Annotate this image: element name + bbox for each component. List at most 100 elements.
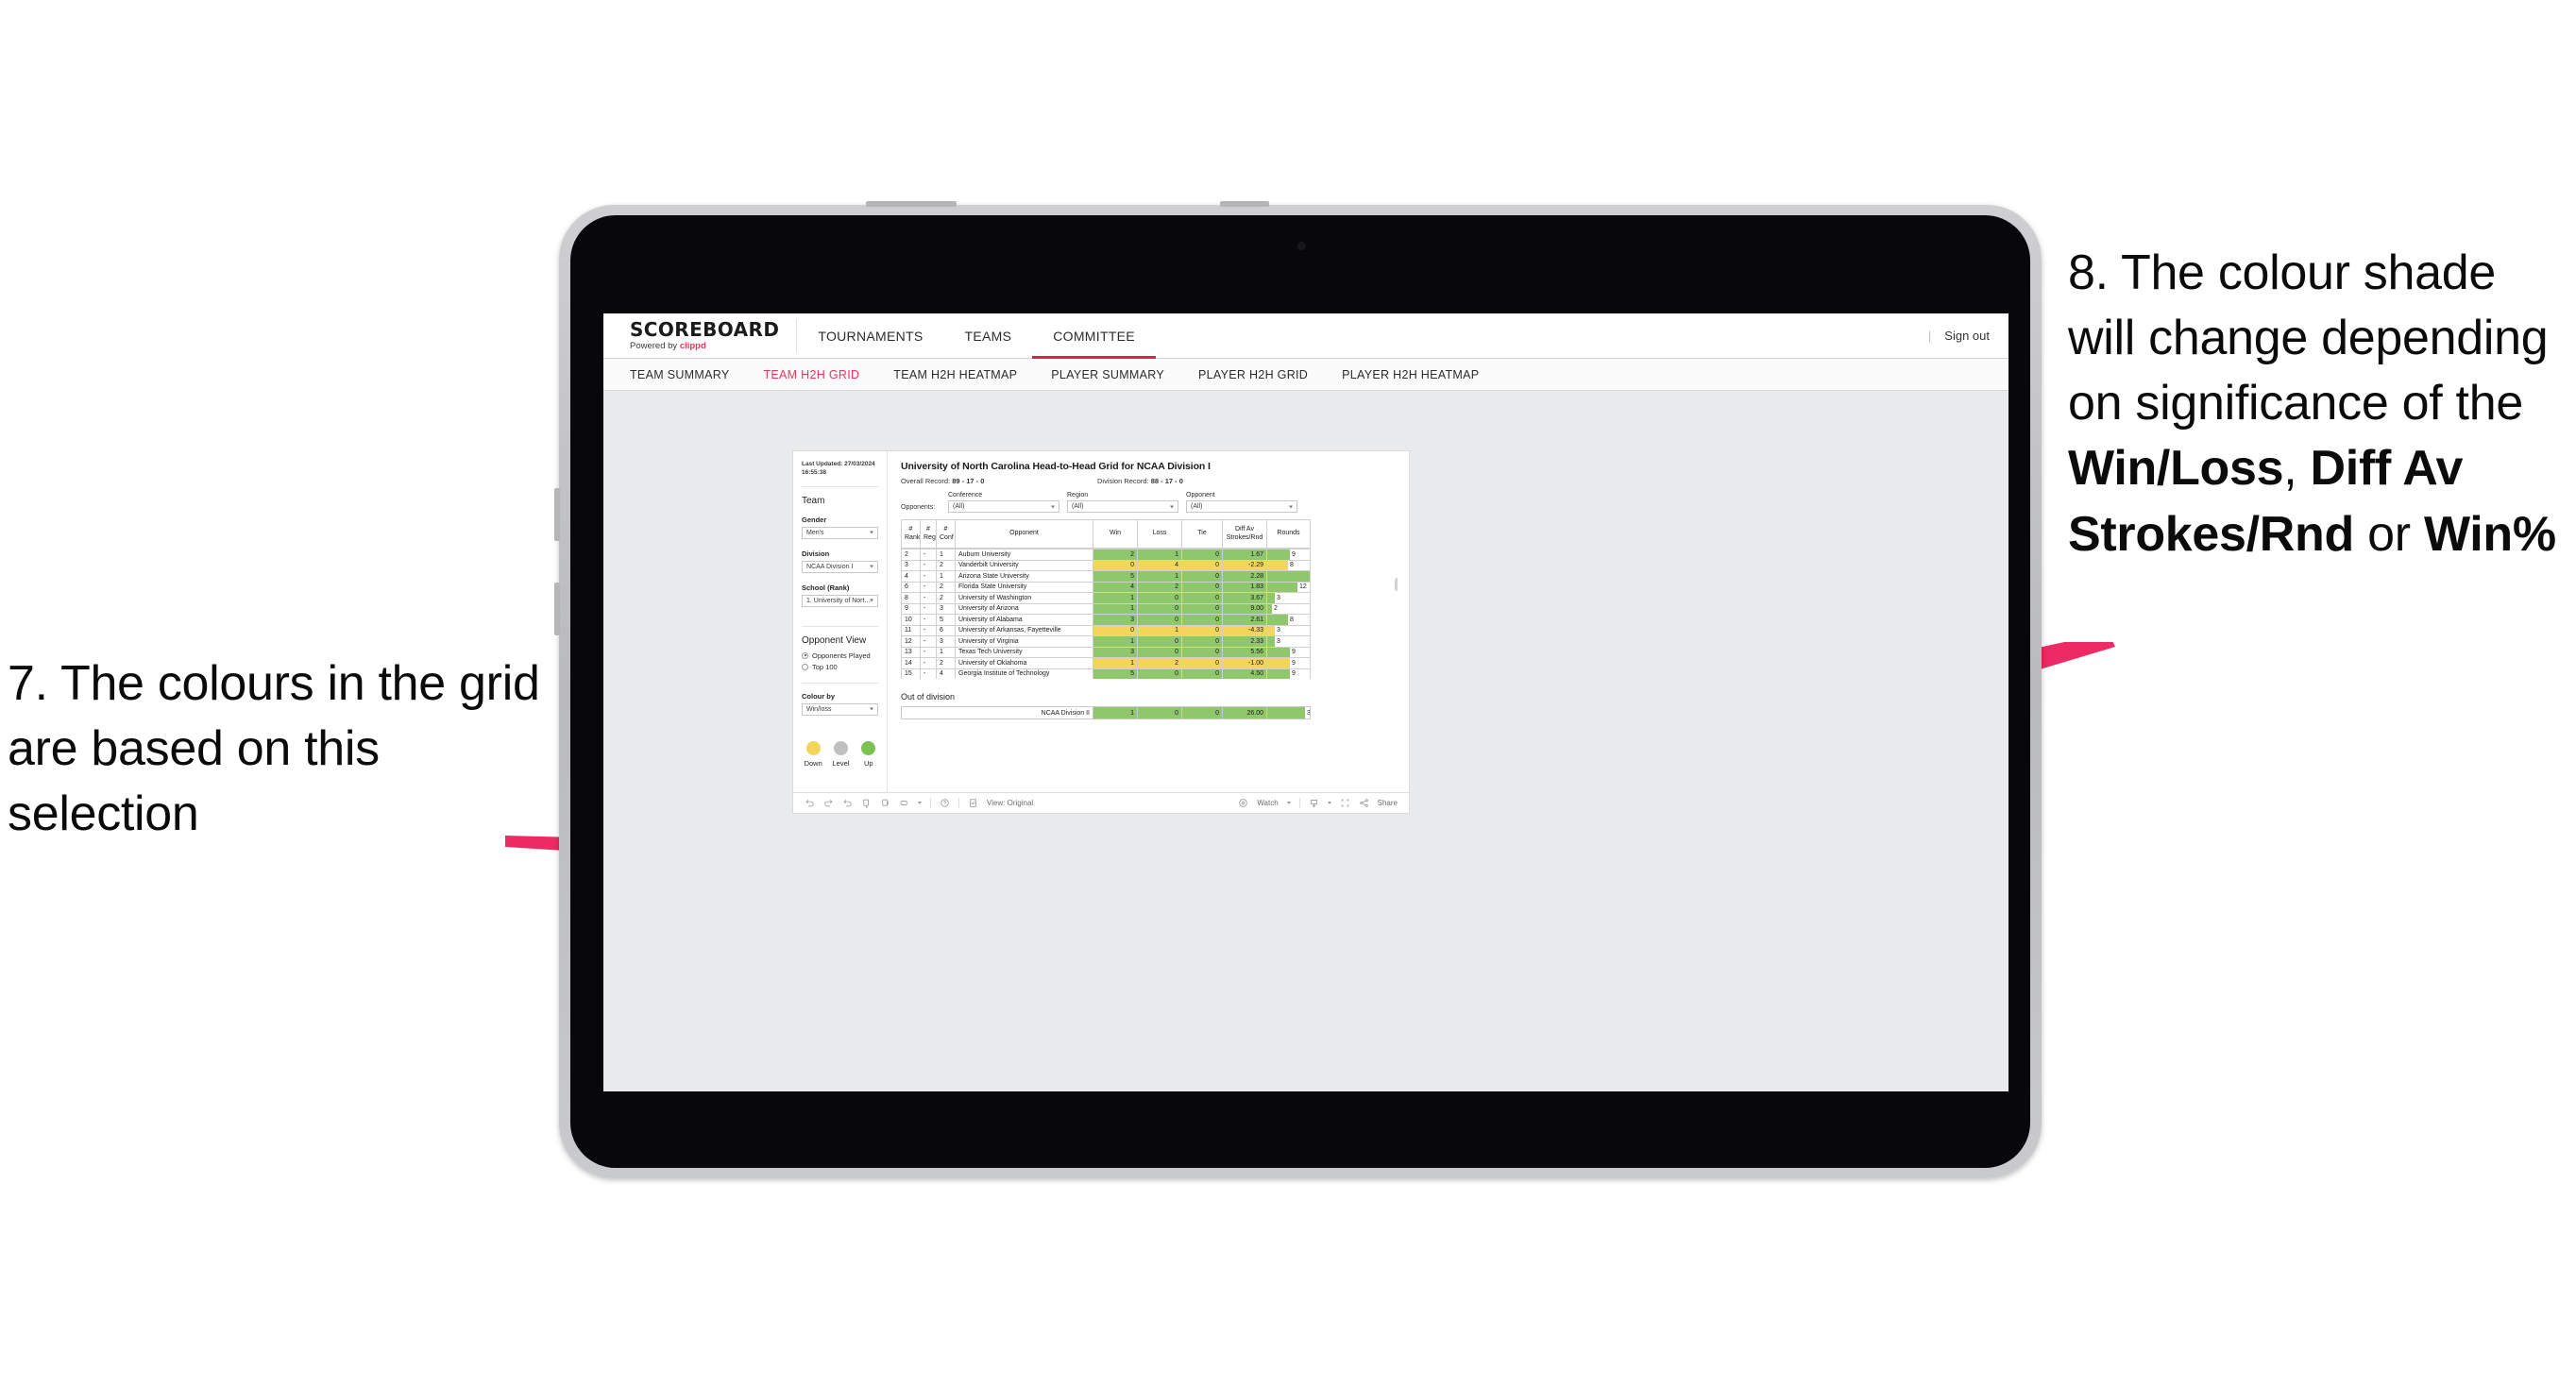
filter-divider-3 [802, 682, 878, 684]
table-row[interactable]: 14-2 University of Oklahoma 1 2 0 -1.00 9 [901, 657, 1311, 669]
chevron-down-icon [870, 565, 873, 568]
cell-rounds: 9 [1266, 549, 1311, 561]
sub-navbar: TEAM SUMMARY TEAM H2H GRID TEAM H2H HEAT… [603, 359, 2008, 391]
radio-top-100[interactable]: Top 100 [802, 663, 878, 671]
annotation-right-text: 8. The colour shade will change dependin… [2068, 245, 2549, 431]
watch-icon[interactable] [1238, 798, 1248, 808]
sign-out-link[interactable]: Sign out [1944, 329, 1990, 343]
cell-conf: 5 [936, 614, 956, 626]
cell-loss: 0 [1137, 668, 1182, 679]
view-label[interactable]: View: Original [987, 799, 1033, 807]
table-row[interactable]: 6-2 Florida State University 4 2 0 1.83 12 [901, 581, 1311, 593]
tab-team-h2h-grid[interactable]: TEAM H2H GRID [763, 368, 859, 381]
table-row[interactable]: NCAA Division II 1 0 0 26.00 [901, 706, 1311, 719]
table-row[interactable]: 11-6 University of Arkansas, Fayetteville… [901, 624, 1311, 636]
undo-icon[interactable] [805, 798, 815, 808]
rounds-bar [1267, 647, 1290, 657]
table-row[interactable]: 3-2 Vanderbilt University 0 4 0 -2.29 8 [901, 559, 1311, 571]
tab-player-h2h-heatmap[interactable]: PLAYER H2H HEATMAP [1342, 368, 1479, 381]
col-header-loss[interactable]: Loss [1137, 519, 1182, 549]
cell-diff: 2.33 [1222, 635, 1267, 648]
cell-reg: - [920, 559, 937, 571]
col-header-rank[interactable]: # Rank [901, 519, 921, 549]
cell-reg: - [920, 570, 937, 583]
refresh-icon[interactable] [861, 798, 872, 808]
chevron-down-icon [1051, 505, 1055, 508]
chevron-down-icon[interactable] [1286, 802, 1291, 804]
page-title: University of North Carolina Head-to-Hea… [901, 461, 1211, 472]
view-icon[interactable] [968, 798, 978, 808]
col-hash-conf: # [943, 526, 948, 533]
colour-by-select[interactable]: Win/loss [802, 702, 878, 716]
division-select[interactable]: NCAA Division I [802, 560, 878, 573]
nav-item-teams[interactable]: TEAMS [944, 313, 1033, 358]
ood-loss: 0 [1137, 706, 1182, 719]
tab-player-h2h-grid[interactable]: PLAYER H2H GRID [1198, 368, 1308, 381]
chevron-down-icon[interactable] [1327, 802, 1331, 804]
nav-item-tournaments[interactable]: TOURNAMENTS [797, 313, 943, 358]
cell-opponent: University of Alabama [955, 614, 1093, 626]
table-row[interactable]: 10-5 University of Alabama 3 0 0 2.61 8 [901, 614, 1311, 626]
last-updated-text: Last Updated: 27/03/2024 16:55:38 [802, 461, 875, 476]
table-scroll-viewport[interactable]: 2-1 Auburn University 2 1 0 1.67 9 3-2 Vanderbil… [901, 549, 1398, 679]
device-button-top-2 [1220, 201, 1269, 207]
col-header-conf[interactable]: # Conf [936, 519, 956, 549]
help-icon[interactable] [940, 798, 950, 808]
col-text-rank: Rank [905, 533, 921, 541]
conference-select[interactable]: (All) [948, 500, 1059, 513]
nav-items: TOURNAMENTS TEAMS COMMITTEE [797, 313, 1156, 359]
redo-icon[interactable] [823, 798, 834, 808]
colour-legend: Down Level Up [802, 740, 878, 768]
share-label[interactable]: Share [1378, 799, 1398, 807]
region-select[interactable]: (All) [1067, 500, 1178, 513]
vertical-scrollbar[interactable] [1395, 578, 1398, 591]
cell-diff: -2.29 [1222, 559, 1267, 571]
filter-label-division: Division [802, 549, 830, 558]
chevron-down-icon[interactable] [918, 802, 922, 804]
legend-item-down: Down [804, 740, 822, 768]
tab-player-summary[interactable]: PLAYER SUMMARY [1051, 368, 1164, 381]
rounds-bar [1267, 636, 1275, 647]
col-hash-reg: # [926, 526, 930, 533]
tab-team-h2h-heatmap[interactable]: TEAM H2H HEATMAP [893, 368, 1017, 381]
col-header-tie[interactable]: Tie [1181, 519, 1223, 549]
col-header-reg[interactable]: # Reg [920, 519, 937, 549]
cell-diff: -1.00 [1222, 657, 1267, 669]
tab-team-summary[interactable]: TEAM SUMMARY [630, 368, 729, 381]
gender-select[interactable]: Men's [802, 526, 878, 539]
table-row[interactable]: 15-4 Georgia Institute of Technology 5 0 0 4.… [901, 668, 1311, 679]
fullscreen-icon[interactable] [1340, 798, 1350, 808]
radio-opponents-played[interactable]: Opponents Played [802, 651, 878, 660]
chevron-down-icon [870, 707, 873, 711]
opponent-select[interactable]: (All) [1186, 500, 1297, 513]
pause-icon[interactable] [880, 798, 890, 808]
table-row[interactable]: 13-1 Texas Tech University 3 0 0 5.56 9 [901, 646, 1311, 658]
col-header-win[interactable]: Win [1093, 519, 1138, 549]
cell-opponent: University of Washington [955, 592, 1093, 604]
col-header-rounds[interactable]: Rounds [1266, 519, 1311, 549]
table-row[interactable]: 2-1 Auburn University 2 1 0 1.67 9 [901, 549, 1311, 561]
watch-label[interactable]: Watch [1257, 799, 1278, 807]
viz-main: University of North Carolina Head-to-Hea… [888, 451, 1409, 792]
table-row[interactable]: 4-1Arizona State University5102.2817 [901, 570, 1311, 583]
col-header-opponent[interactable]: Opponent [955, 519, 1093, 549]
rounds-bar [1267, 582, 1297, 592]
download-icon[interactable] [1309, 798, 1319, 808]
cell-rounds: 3 [1266, 624, 1311, 636]
cell-conf: 4 [936, 668, 956, 679]
col-header-diff[interactable]: Diff Av Strokes/Rnd [1222, 519, 1267, 549]
export-icon[interactable] [899, 798, 909, 808]
cell-loss: 4 [1137, 559, 1182, 571]
region-select-value: (All) [1072, 503, 1084, 510]
share-icon[interactable] [1359, 798, 1369, 808]
revert-icon[interactable] [842, 798, 853, 808]
table-row[interactable]: 8-2 University of Washington 1 0 0 3.67 3 [901, 592, 1311, 604]
cell-loss: 0 [1137, 592, 1182, 604]
school-select[interactable]: 1. University of Nort... [802, 594, 878, 607]
table-row[interactable]: 12-3 University of Virginia 1 0 0 2.33 3 [901, 635, 1311, 648]
table-row[interactable]: 9-3 University of Arizona 1 0 0 9.00 2 [901, 602, 1311, 615]
workbook-area: Last Updated: 27/03/2024 16:55:38 Team G… [603, 392, 2008, 1091]
brand-logo[interactable]: SCOREBOARD Powered by clippd [603, 313, 796, 358]
nav-item-committee[interactable]: COMMITTEE [1032, 313, 1156, 359]
filter-panel: Last Updated: 27/03/2024 16:55:38 Team G… [793, 451, 888, 792]
